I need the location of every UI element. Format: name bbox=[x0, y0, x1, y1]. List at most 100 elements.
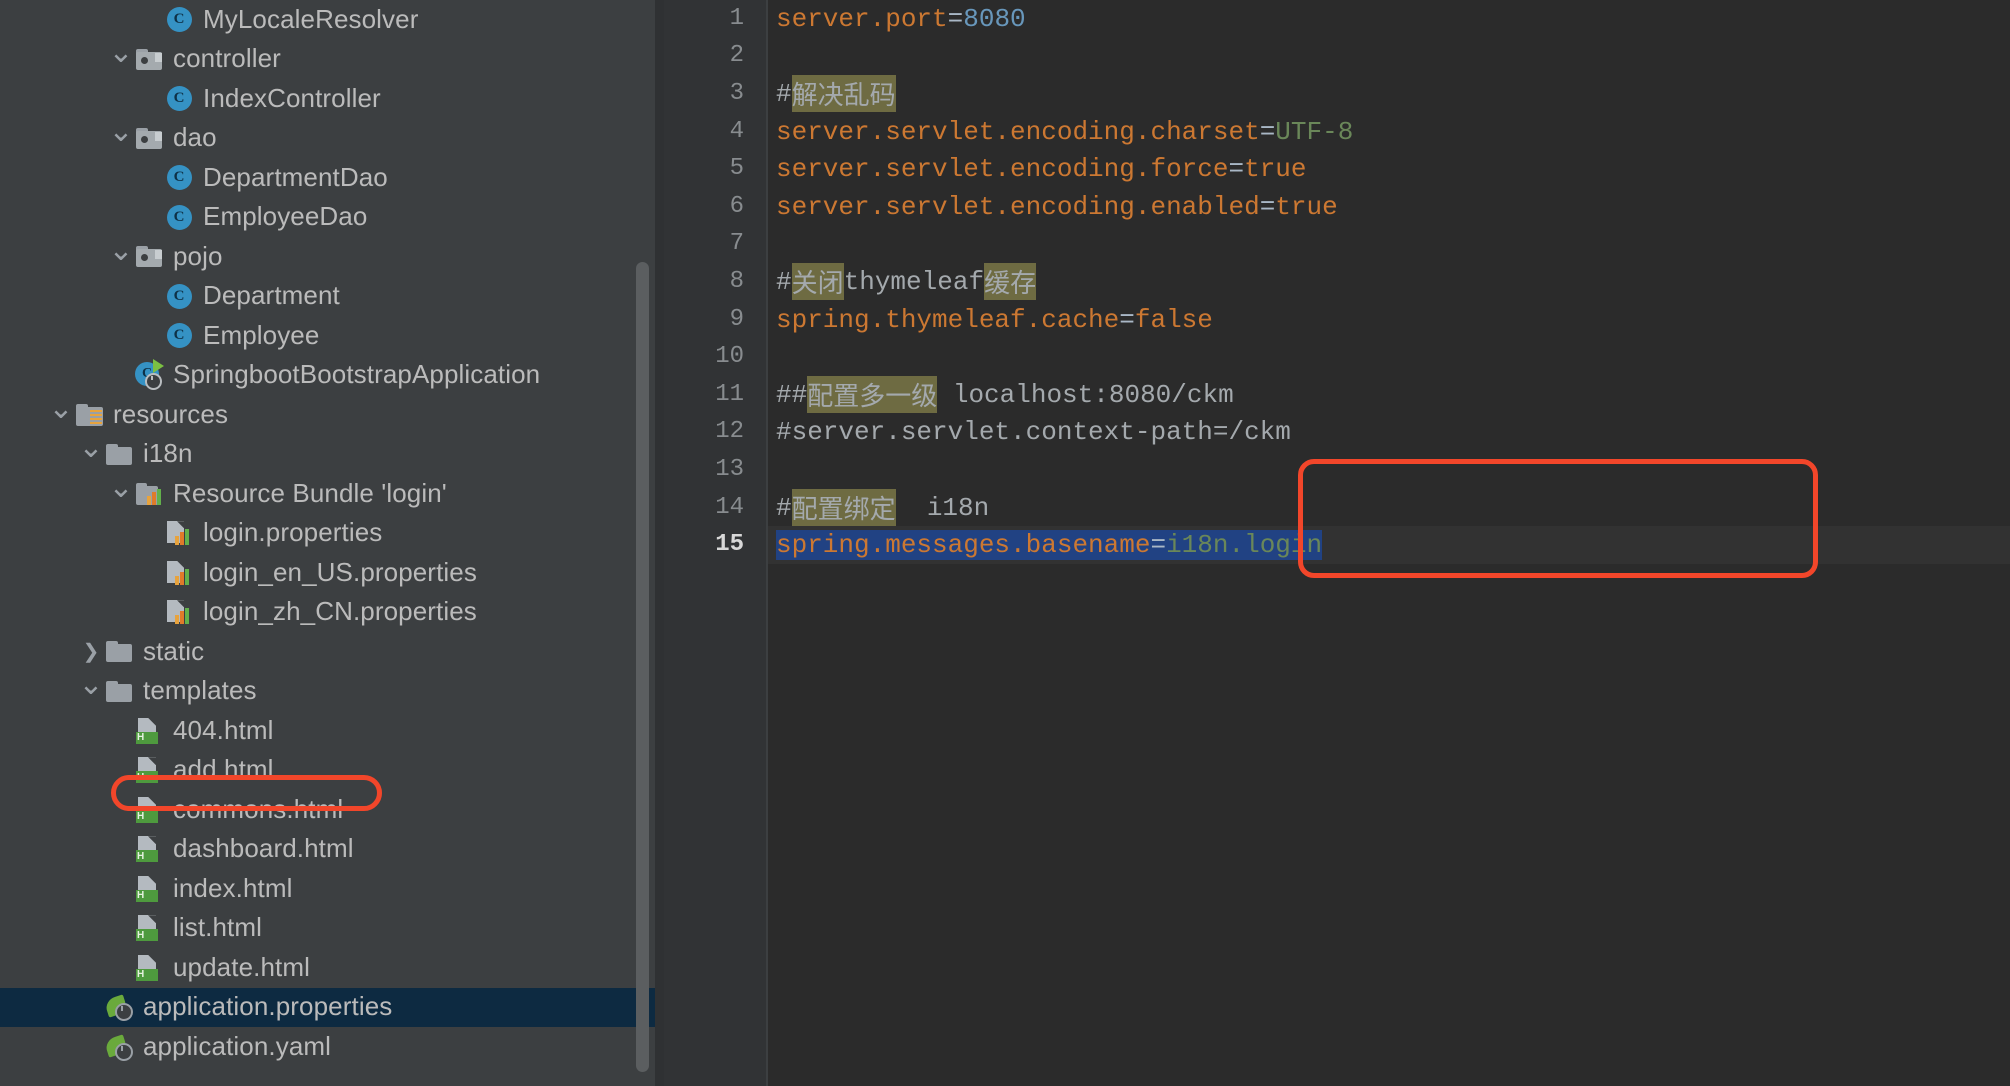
tree-item-label: application.properties bbox=[143, 993, 392, 1021]
tree-item-resources[interactable]: ⌄resources bbox=[0, 395, 655, 435]
tree-item-update-html[interactable]: update.html bbox=[0, 948, 655, 988]
code-line[interactable]: 11##配置多一级 localhost:8080/ckm bbox=[664, 376, 2010, 414]
code-token: localhost:8080/ckm bbox=[937, 380, 1233, 410]
code-line-text[interactable]: server.port=8080 bbox=[768, 0, 2010, 38]
chevron-down-icon[interactable]: ⌄ bbox=[48, 396, 74, 434]
tree-item-label: controller bbox=[173, 45, 281, 73]
tree-item-departmentdao[interactable]: DepartmentDao bbox=[0, 158, 655, 198]
chevron-down-icon[interactable]: ⌄ bbox=[108, 40, 134, 78]
code-token: server.servlet.encoding.enabled bbox=[776, 192, 1260, 222]
code-token: spring.messages.basename bbox=[776, 530, 1150, 560]
code-line[interactable]: 3#解决乱码 bbox=[664, 75, 2010, 113]
code-line-text[interactable]: spring.messages.basename=i18n.login bbox=[768, 526, 2010, 564]
tree-item-employee[interactable]: Employee bbox=[0, 316, 655, 356]
code-line-text[interactable]: #配置绑定 i18n bbox=[768, 489, 2010, 527]
chevron-down-icon[interactable]: ⌄ bbox=[78, 672, 104, 710]
code-line[interactable]: 6server.servlet.encoding.enabled=true bbox=[664, 188, 2010, 226]
tree-vertical-scrollbar[interactable] bbox=[636, 262, 649, 1072]
editor-code-area[interactable]: 1server.port=808023#解决乱码4server.servlet.… bbox=[664, 0, 2010, 1086]
tree-item-label: EmployeeDao bbox=[203, 203, 367, 231]
tree-item-label: login_en_US.properties bbox=[203, 559, 477, 587]
chevron-down-icon[interactable]: ⌄ bbox=[108, 119, 134, 157]
code-line[interactable]: 1server.port=8080 bbox=[664, 0, 2010, 38]
code-line-text[interactable] bbox=[768, 338, 2010, 376]
code-line[interactable]: 8 #关闭thymeleaf缓存 bbox=[664, 263, 2010, 301]
properties-file-icon bbox=[164, 558, 194, 588]
code-line[interactable]: 4server.servlet.encoding.charset=UTF-8 bbox=[664, 113, 2010, 151]
code-token: = bbox=[1260, 117, 1276, 147]
tree-item-pojo[interactable]: ⌄pojo bbox=[0, 237, 655, 277]
code-token: true bbox=[1244, 154, 1306, 184]
code-line[interactable]: 10 bbox=[664, 338, 2010, 376]
code-line[interactable]: 14#配置绑定 i18n bbox=[664, 489, 2010, 527]
code-line[interactable]: 7 bbox=[664, 226, 2010, 264]
tree-item-commons-html[interactable]: commons.html bbox=[0, 790, 655, 830]
springboot-file-icon bbox=[104, 1032, 134, 1062]
chevron-down-icon[interactable]: ⌄ bbox=[78, 435, 104, 473]
code-line[interactable]: 9spring.thymeleaf.cache=false bbox=[664, 301, 2010, 339]
tree-item-controller[interactable]: ⌄ controller bbox=[0, 40, 655, 80]
tree-item-templates[interactable]: ⌄templates bbox=[0, 672, 655, 712]
tree-item-application-yaml[interactable]: application.yaml bbox=[0, 1027, 655, 1067]
code-line-text[interactable]: spring.thymeleaf.cache=false bbox=[768, 301, 2010, 339]
line-number: 8 bbox=[664, 270, 744, 294]
properties-file-icon bbox=[164, 518, 194, 548]
code-line-text[interactable]: #server.servlet.context-path=/ckm bbox=[768, 414, 2010, 452]
code-line-text[interactable] bbox=[768, 226, 2010, 264]
html-file-icon bbox=[134, 834, 164, 864]
tree-item-springbootbootstrapapplication[interactable]: SpringbootBootstrapApplication bbox=[0, 356, 655, 396]
project-tree[interactable]: MyLocaleResolver⌄controllerIndexControll… bbox=[0, 0, 655, 1067]
code-line-text[interactable]: #解决乱码 bbox=[768, 75, 2010, 113]
tree-item-static[interactable]: ❯static bbox=[0, 632, 655, 672]
resources-folder-icon bbox=[74, 400, 104, 430]
code-line[interactable]: 5server.servlet.encoding.force=true bbox=[664, 150, 2010, 188]
code-line-text[interactable]: server.servlet.encoding.charset=UTF-8 bbox=[768, 113, 2010, 151]
tree-item-add-html[interactable]: add.html bbox=[0, 751, 655, 791]
code-line[interactable]: 15spring.messages.basename=i18n.login bbox=[664, 526, 2010, 564]
class-icon bbox=[164, 281, 194, 311]
tree-item-label: DepartmentDao bbox=[203, 164, 388, 192]
code-line[interactable]: 13 bbox=[664, 451, 2010, 489]
tree-item-dashboard-html[interactable]: dashboard.html bbox=[0, 830, 655, 870]
code-token: 8080 bbox=[963, 4, 1025, 34]
code-line-text[interactable] bbox=[768, 38, 2010, 76]
panel-divider[interactable] bbox=[655, 0, 664, 1086]
code-line-text[interactable]: #关闭thymeleaf缓存 bbox=[768, 263, 2010, 301]
project-tool-window[interactable]: MyLocaleResolver⌄controllerIndexControll… bbox=[0, 0, 655, 1086]
code-line-text[interactable] bbox=[768, 451, 2010, 489]
chevron-right-icon[interactable]: ❯ bbox=[78, 639, 104, 665]
code-line-text[interactable]: server.servlet.encoding.enabled=true bbox=[768, 188, 2010, 226]
code-line-text[interactable]: server.servlet.encoding.force=true bbox=[768, 150, 2010, 188]
tree-item-label: i18n bbox=[143, 440, 193, 468]
code-line[interactable]: 12 #server.servlet.context-path=/ckm bbox=[664, 414, 2010, 452]
code-editor[interactable]: 1server.port=808023#解决乱码4server.servlet.… bbox=[664, 0, 2010, 1086]
code-token: # bbox=[776, 493, 792, 523]
code-line-text[interactable]: ##配置多一级 localhost:8080/ckm bbox=[768, 376, 2010, 414]
code-token: = bbox=[1260, 192, 1276, 222]
runnable-class-icon bbox=[134, 360, 164, 390]
tree-item-login-zh-cn-properties[interactable]: login_zh_CN.properties bbox=[0, 593, 655, 633]
line-number: 12 bbox=[664, 420, 744, 444]
chevron-down-icon[interactable]: ⌄ bbox=[108, 238, 134, 276]
class-icon bbox=[164, 202, 194, 232]
class-icon bbox=[164, 84, 194, 114]
tree-item-mylocaleresolver[interactable]: MyLocaleResolver bbox=[0, 0, 655, 40]
tree-item-list-html[interactable]: list.html bbox=[0, 909, 655, 949]
folder-icon bbox=[104, 637, 134, 667]
tree-item-employeedao[interactable]: EmployeeDao bbox=[0, 198, 655, 238]
tree-item-index-html[interactable]: index.html bbox=[0, 869, 655, 909]
tree-item-application-properties[interactable]: application.properties bbox=[0, 988, 655, 1028]
folder-icon bbox=[104, 676, 134, 706]
tree-item-indexcontroller[interactable]: IndexController bbox=[0, 79, 655, 119]
tree-item-department[interactable]: Department bbox=[0, 277, 655, 317]
tree-item-resource-bundle-login[interactable]: ⌄Resource Bundle 'login' bbox=[0, 474, 655, 514]
tree-item-dao[interactable]: ⌄dao bbox=[0, 119, 655, 159]
package-folder-icon bbox=[134, 44, 164, 74]
chevron-down-icon[interactable]: ⌄ bbox=[108, 475, 134, 513]
tree-item-login-properties[interactable]: login.properties bbox=[0, 514, 655, 554]
tree-item-i18n[interactable]: ⌄ i18n bbox=[0, 435, 655, 475]
tree-item-login-en-us-properties[interactable]: login_en_US.properties bbox=[0, 553, 655, 593]
code-line[interactable]: 2 bbox=[664, 38, 2010, 76]
tree-item-404-html[interactable]: 404.html bbox=[0, 711, 655, 751]
code-token: spring.thymeleaf.cache bbox=[776, 305, 1119, 335]
